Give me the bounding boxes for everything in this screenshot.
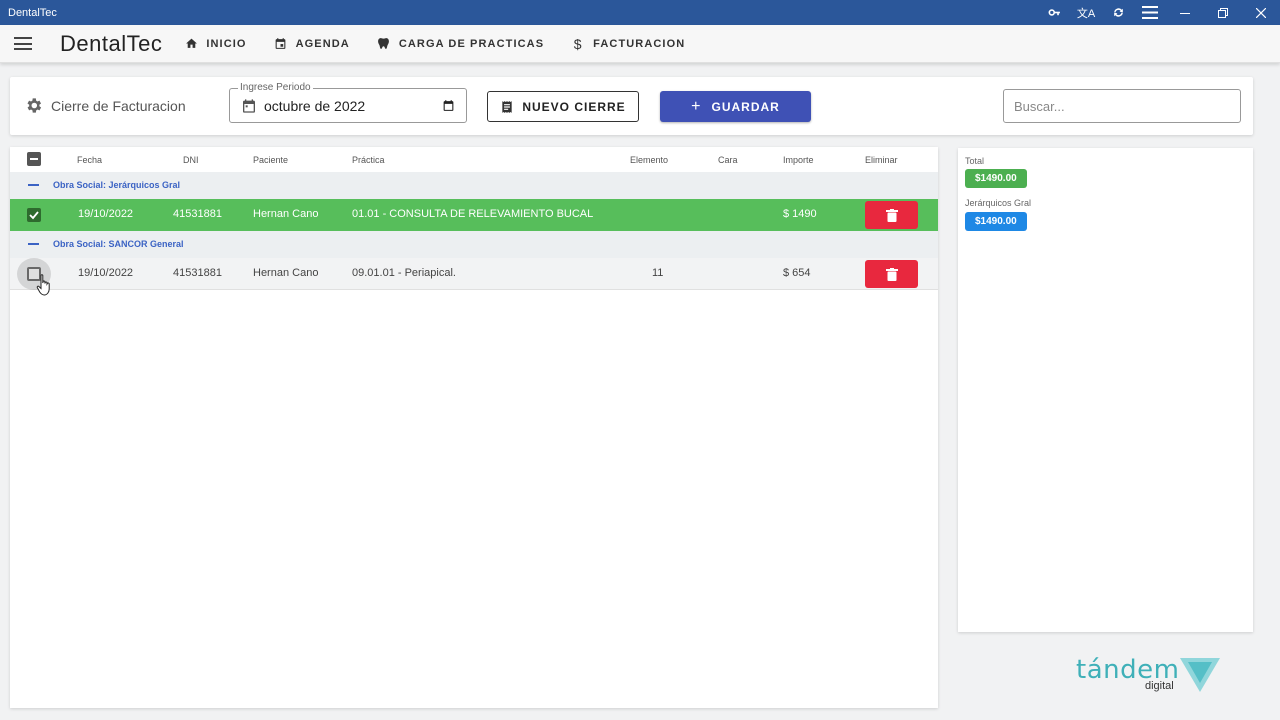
delete-button[interactable]	[865, 260, 918, 288]
new-closing-label: NUEVO CIERRE	[522, 99, 626, 114]
header-fecha[interactable]: Fecha	[77, 155, 102, 165]
app-logo[interactable]: DentalTec	[60, 31, 162, 57]
total-chip: $1490.00	[965, 169, 1027, 188]
collapse-icon[interactable]	[28, 184, 39, 186]
hamburger-menu-icon[interactable]	[14, 37, 32, 50]
menu-icon[interactable]	[1134, 0, 1166, 25]
calendar-picker-icon[interactable]	[442, 99, 455, 112]
nav-inicio-label: INICIO	[206, 37, 247, 50]
cell-paciente: Hernan Cano	[253, 208, 319, 220]
nav-agenda[interactable]: AGENDA	[274, 37, 350, 51]
cell-dni: 41531881	[173, 208, 222, 220]
header-dni[interactable]: DNI	[183, 155, 199, 165]
minimize-icon[interactable]	[1166, 0, 1204, 25]
watermark-triangle-icon	[1180, 658, 1220, 692]
window-titlebar: DentalTec 文A	[0, 0, 1280, 25]
watermark-logo: tándem digital	[1076, 655, 1221, 697]
home-icon	[184, 37, 198, 51]
dollar-icon: $	[573, 35, 583, 52]
window-title: DentalTec	[8, 6, 57, 19]
period-value: octubre de 2022	[264, 98, 366, 114]
app-bar: DentalTec INICIO AGENDA CARGA DE PRACTIC…	[0, 25, 1280, 63]
total-label: Total	[965, 156, 985, 166]
header-practica[interactable]: Práctica	[352, 155, 385, 165]
translate-icon[interactable]: 文A	[1070, 0, 1102, 25]
sync-icon[interactable]	[1102, 0, 1134, 25]
check-icon	[29, 211, 39, 220]
cell-dni: 41531881	[173, 267, 222, 279]
plus-icon: +	[691, 97, 702, 115]
billing-toolbar: Cierre de Facturacion Ingrese Periodo oc…	[10, 77, 1253, 135]
header-eliminar: Eliminar	[865, 155, 898, 165]
tooth-icon	[377, 37, 391, 51]
period-picker[interactable]: Ingrese Periodo octubre de 2022	[229, 82, 467, 123]
table-row[interactable]: 19/10/2022 41531881 Hernan Cano 01.01 - …	[10, 199, 938, 231]
group-row[interactable]: Obra Social: Jerárquicos Gral	[10, 172, 938, 199]
nav-facturacion-label: FACTURACION	[593, 37, 686, 50]
nav-agenda-label: AGENDA	[295, 37, 350, 50]
cell-practica: 09.01.01 - Periapical.	[352, 267, 456, 279]
receipt-icon	[502, 100, 512, 113]
table-header: Fecha DNI Paciente Práctica Elemento Car…	[10, 147, 938, 172]
header-importe[interactable]: Importe	[783, 155, 814, 165]
calendar-icon	[243, 99, 255, 113]
trash-icon	[885, 267, 898, 281]
watermark-sub: digital	[1145, 680, 1174, 692]
restore-icon[interactable]	[1204, 0, 1242, 25]
billing-table: Fecha DNI Paciente Práctica Elemento Car…	[10, 147, 938, 708]
group-total-label: Jerárquicos Gral	[965, 198, 1032, 208]
save-button[interactable]: + GUARDAR	[660, 91, 811, 122]
cell-importe: $ 1490	[783, 208, 817, 220]
cell-elemento: 11	[652, 267, 664, 279]
close-icon[interactable]	[1242, 0, 1280, 25]
trash-icon	[885, 208, 898, 222]
table-row[interactable]: 19/10/2022 41531881 Hernan Cano 09.01.01…	[10, 258, 938, 290]
page-title: Cierre de Facturacion	[24, 96, 186, 115]
collapse-icon[interactable]	[28, 243, 39, 245]
calendar-icon	[274, 37, 288, 51]
cell-paciente: Hernan Cano	[253, 267, 319, 279]
search-input[interactable]	[1003, 89, 1241, 123]
group-label: Obra Social: SANCOR General	[53, 239, 184, 249]
select-all-checkbox[interactable]	[27, 152, 41, 166]
group-row[interactable]: Obra Social: SANCOR General	[10, 231, 938, 258]
header-cara[interactable]: Cara	[718, 155, 738, 165]
hand-cursor-icon	[36, 274, 50, 296]
period-label: Ingrese Periodo	[238, 82, 313, 93]
new-closing-button[interactable]: NUEVO CIERRE	[487, 91, 639, 122]
key-icon[interactable]	[1038, 0, 1070, 25]
main-nav: INICIO AGENDA CARGA DE PRACTICAS $ FACTU…	[184, 35, 712, 52]
cell-practica: 01.01 - CONSULTA DE RELEVAMIENTO BUCAL	[352, 208, 594, 220]
nav-carga-de-practicas[interactable]: CARGA DE PRACTICAS	[377, 37, 544, 51]
header-elemento[interactable]: Elemento	[630, 155, 668, 165]
delete-button[interactable]	[865, 201, 918, 229]
row-checkbox[interactable]	[27, 208, 41, 222]
totals-panel: Total $1490.00 Jerárquicos Gral $1490.00	[958, 148, 1253, 632]
save-label: GUARDAR	[711, 99, 780, 114]
page-title-text: Cierre de Facturacion	[51, 97, 186, 114]
cell-importe: $ 654	[783, 267, 811, 279]
group-total-chip: $1490.00	[965, 212, 1027, 231]
nav-facturacion[interactable]: $ FACTURACION	[571, 35, 686, 52]
cell-fecha: 19/10/2022	[78, 267, 134, 279]
header-paciente[interactable]: Paciente	[253, 155, 288, 165]
gear-icon	[27, 98, 42, 113]
group-label: Obra Social: Jerárquicos Gral	[53, 180, 181, 190]
cell-fecha: 19/10/2022	[78, 208, 134, 220]
nav-carga-label: CARGA DE PRACTICAS	[398, 37, 545, 50]
nav-inicio[interactable]: INICIO	[184, 37, 246, 51]
